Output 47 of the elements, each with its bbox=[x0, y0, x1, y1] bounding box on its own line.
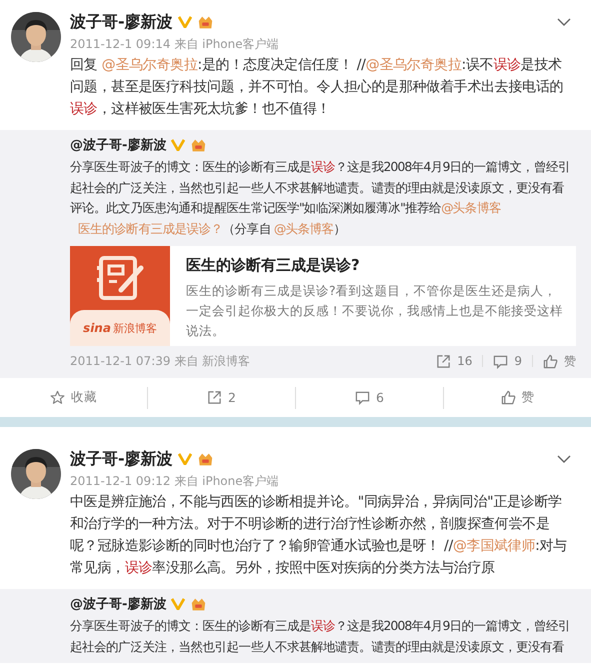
verified-icon bbox=[178, 453, 192, 465]
mention-link[interactable]: @圣乌尔奇奥拉 bbox=[102, 57, 198, 73]
share-icon bbox=[207, 390, 222, 405]
comment-button[interactable]: 9 bbox=[493, 354, 522, 368]
author-name[interactable]: 波子哥-廖新波 bbox=[70, 12, 173, 32]
like-button[interactable]: 赞 bbox=[444, 378, 591, 417]
crown-icon bbox=[190, 138, 208, 152]
post-time: 2011-12-1 09:12 来自 iPhone客户端 bbox=[70, 473, 280, 490]
repost-text: 分享医生哥波子的博文：医生的诊断有三成是误诊？这是我2008年4月9日的一篇博文，曾经引起社会的广泛关注，当然也引起一些人不求甚解地谴责。谴责的理由就是没读原文，更没有看 bbox=[70, 617, 571, 656]
post-text: 中医是辨症施治，不能与西医的诊断相提并论。"同病异治，异病同治"正是诊断学和治疗学的一种方法。对于不明诊断的进行治疗性诊断亦然，剖腹探查何尝不是呢？冠脉造影诊断的同时也治疗了？输卵管通水试验也是呀！ //@李国斌律师:对与常见病，误诊率没那么高。另外，按照中医对疾病的分类方法与治疗原 bbox=[70, 493, 568, 578]
favorite-button[interactable]: 收藏 bbox=[0, 378, 147, 417]
mention-link[interactable]: @头条博客 bbox=[274, 220, 334, 236]
article-summary: 医生的诊断有三成是误诊?看到这题目，不管你是医生还是病人，一定会引起你极大的反感！不要说你，我感情上也是不能接受这样说法。 bbox=[186, 282, 564, 340]
verified-icon bbox=[171, 598, 186, 610]
chevron-down-icon[interactable] bbox=[557, 18, 571, 26]
post-text: 回复 @圣乌尔奇奥拉:是的！态度决定信任度！ //@圣乌尔奇奥拉:误不误诊是技术问题，甚至是医疗科技问题，并不可怕。令人担心的是那种做着手术出去接电话的 误诊，这样被医生害死太坑爹！也不值得！ bbox=[70, 56, 564, 119]
article-card[interactable]: sina 新浪博客 医生的诊断有三成是误诊? 医生的诊断有三成是误诊?看到这题目，不管你是医生还是病人，一定会引起你极大的反感！不要说你，我感情上也是不能接受这样说法。 bbox=[70, 246, 576, 346]
share-icon bbox=[436, 354, 452, 368]
thumbs-up-icon bbox=[543, 354, 558, 368]
share-button[interactable]: 2 bbox=[148, 378, 295, 417]
verified-icon bbox=[171, 139, 186, 151]
comment-button[interactable]: 6 bbox=[296, 378, 443, 417]
post-time: 2011-12-1 09:14 来自 iPhone客户端 bbox=[70, 36, 280, 53]
thumbs-up-icon bbox=[500, 390, 516, 405]
crown-icon bbox=[196, 14, 214, 30]
logo-text: sina bbox=[83, 321, 111, 335]
author-name[interactable]: 波子哥-廖新波 bbox=[70, 448, 173, 470]
mention-link[interactable]: @圣乌尔奇奥拉 bbox=[366, 57, 462, 73]
share-button[interactable]: 16 bbox=[436, 354, 472, 368]
crown-icon bbox=[190, 596, 208, 612]
post-time: 2011-12-1 07:39 来自 新浪博客 bbox=[70, 353, 250, 370]
like-button[interactable]: 赞 bbox=[543, 352, 576, 370]
author-name[interactable]: @波子哥-廖新波 bbox=[70, 136, 166, 154]
author-name[interactable]: @波子哥-廖新波 bbox=[70, 595, 166, 613]
star-icon bbox=[50, 390, 65, 405]
article-title: 医生的诊断有三成是误诊? bbox=[186, 256, 361, 275]
notebook-icon bbox=[95, 256, 145, 300]
mention-link[interactable]: @李国斌律师 bbox=[452, 538, 536, 554]
mention-link[interactable]: @头条博客 bbox=[441, 200, 501, 215]
article-link[interactable]: 医生的诊断有三成是误诊？ bbox=[78, 220, 223, 236]
crown-icon bbox=[196, 452, 214, 466]
logo-text: 新浪博客 bbox=[112, 320, 157, 336]
repost-text: 分享医生哥波子的博文：医生的诊断有三成是误诊？这是我2008年4月9日的一篇博文，曾经引起社会的广泛关注，当然也引起一些人不求甚解地谴责。谴责的理由就是没读原文，更没有看评论。此文乃医患沟通和提醒医生常记医学"如临深渊如履薄冰"推荐给@头条博客 医生的诊断有三成是误诊？（分享自 @头条博客） bbox=[70, 158, 571, 238]
chevron-down-icon[interactable] bbox=[557, 455, 571, 463]
verified-icon bbox=[178, 16, 192, 28]
comment-icon bbox=[493, 354, 508, 368]
comment-icon bbox=[355, 390, 370, 405]
